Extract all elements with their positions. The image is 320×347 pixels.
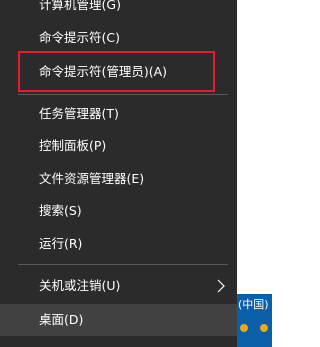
screen: 计算机管理(G) 命令提示符(C) 命令提示符(管理员)(A) 任务管理器(T)… (0, 0, 272, 347)
menu-item-computer-management[interactable]: 计算机管理(G) (0, 0, 237, 21)
menu-item-run[interactable]: 运行(R) (0, 228, 237, 260)
menu-item-label: 文件资源管理器(E) (39, 171, 145, 186)
menu-item-label: 搜索(S) (39, 203, 82, 218)
language-indicator[interactable]: (中国) (238, 296, 269, 312)
menu-item-search[interactable]: 搜索(S) (0, 195, 237, 227)
menu-item-label: 任务管理器(T) (39, 106, 119, 121)
menu-divider (18, 94, 228, 95)
menu-item-label: 控制面板(P) (39, 138, 107, 153)
menu-item-file-explorer[interactable]: 文件资源管理器(E) (0, 163, 237, 195)
menu-item-label: 命令提示符(C) (39, 30, 120, 45)
menu-item-shutdown-signout[interactable]: 关机或注销(U) (0, 270, 237, 302)
tray-icon[interactable] (239, 320, 249, 334)
menu-item-label: 运行(R) (39, 236, 83, 251)
context-menu: 计算机管理(G) 命令提示符(C) 命令提示符(管理员)(A) 任务管理器(T)… (0, 0, 237, 347)
menu-divider (18, 264, 228, 265)
menu-item-label: 关机或注销(U) (39, 278, 121, 293)
chevron-right-icon (215, 270, 227, 302)
menu-item-task-manager[interactable]: 任务管理器(T) (0, 98, 237, 130)
menu-item-desktop[interactable]: 桌面(D) (0, 304, 237, 336)
tray-icon[interactable] (259, 320, 269, 334)
menu-item-label: 计算机管理(G) (39, 0, 121, 12)
menu-item-label: 桌面(D) (39, 312, 84, 327)
menu-item-control-panel[interactable]: 控制面板(P) (0, 130, 237, 162)
menu-item-command-prompt[interactable]: 命令提示符(C) (0, 22, 237, 54)
annotation-highlight-box (18, 51, 215, 92)
